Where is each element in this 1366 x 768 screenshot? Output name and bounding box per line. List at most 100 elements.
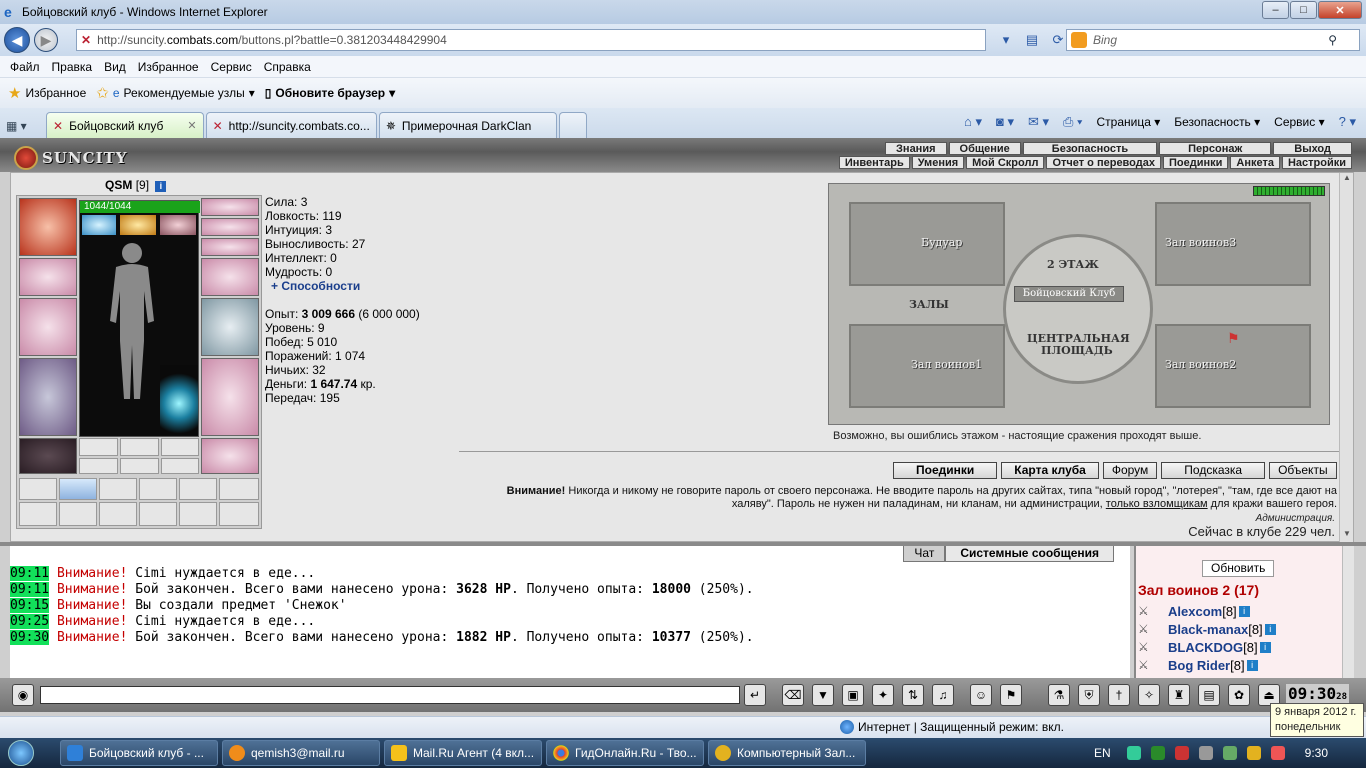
taskbar-clock[interactable]: 9:30 xyxy=(1305,746,1328,760)
sub-menu-battles[interactable]: Поединки xyxy=(1162,156,1229,169)
battles-button[interactable]: Поединки xyxy=(893,462,998,479)
tray-icon-flag[interactable] xyxy=(1174,746,1189,760)
start-button[interactable] xyxy=(0,738,42,768)
tab-chat[interactable]: Чат xyxy=(903,546,946,562)
forum-button[interactable]: Форум xyxy=(1102,462,1158,479)
back-button[interactable]: ◀ xyxy=(4,27,30,53)
snowball-item[interactable] xyxy=(59,478,97,500)
chat-mode-icon[interactable]: ◉ xyxy=(12,684,34,706)
user-info-icon[interactable]: i xyxy=(1264,623,1276,635)
menu-edit[interactable]: Правка xyxy=(52,60,93,74)
tab-darkclan[interactable]: ✵ Примерочная DarkClan xyxy=(378,112,557,138)
inventory-slot[interactable] xyxy=(179,502,217,526)
armor-slot[interactable] xyxy=(19,358,77,436)
filter-icon[interactable]: ▼ xyxy=(812,684,834,706)
inventory-slot[interactable] xyxy=(19,478,57,500)
inventory-slot[interactable] xyxy=(99,502,137,526)
mail-icon[interactable]: ✉ ▾ xyxy=(1028,114,1049,130)
main-scrollbar[interactable]: ▲ ▼ xyxy=(1339,173,1353,543)
list-item[interactable]: ⚔ BLACKDOG [8] i xyxy=(1138,638,1276,656)
home-icon[interactable]: ⌂ ▾ xyxy=(964,114,982,130)
user-name[interactable]: Alexcom xyxy=(1168,604,1222,619)
room-hall2[interactable]: Зал воинов2 xyxy=(1165,358,1236,371)
inventory-slot[interactable] xyxy=(139,478,177,500)
belt-slot[interactable] xyxy=(19,438,77,474)
search-input[interactable]: Bing ⚲ xyxy=(1066,29,1360,51)
favorites-button[interactable]: ★ Избранное xyxy=(8,84,86,102)
belt-item-slot-1[interactable] xyxy=(79,438,118,456)
buff-icon-2[interactable] xyxy=(120,215,156,235)
feeds-icon[interactable]: ◙ ▾ xyxy=(996,114,1014,130)
gloves-slot[interactable] xyxy=(201,258,259,296)
user-info-icon[interactable]: i xyxy=(1238,605,1250,617)
help-icon[interactable]: ? ▾ xyxy=(1339,114,1356,130)
save-icon[interactable]: ▣ xyxy=(842,684,864,706)
inventory-slot[interactable] xyxy=(179,478,217,500)
volume-icon[interactable] xyxy=(1198,746,1213,760)
top-menu-knowledge[interactable]: Знания xyxy=(885,142,947,155)
print-icon[interactable]: ⎙ ▾ xyxy=(1063,114,1082,130)
taskbar-item-agent[interactable]: Mail.Ru Агент (4 вкл... xyxy=(384,740,542,766)
belt-item-slot-6[interactable] xyxy=(161,458,199,474)
tray-icon-fire[interactable] xyxy=(1270,746,1285,760)
tray-icon-signal[interactable] xyxy=(1222,746,1237,760)
update-browser-button[interactable]: ▯ Обновите браузер ▾ xyxy=(265,86,395,100)
sub-menu-transfers[interactable]: Отчет о переводах xyxy=(1046,156,1161,169)
room-halls[interactable]: ЗАЛЫ xyxy=(909,298,949,311)
scroll-up-icon[interactable]: ▲ xyxy=(1340,173,1354,187)
bracers-slot[interactable] xyxy=(19,258,77,296)
minimize-button[interactable]: – xyxy=(1262,1,1289,19)
safety-menu[interactable]: Безопасность ▾ xyxy=(1174,115,1260,129)
eraser-icon[interactable]: ⌫ xyxy=(782,684,804,706)
inventory-slot[interactable] xyxy=(19,502,57,526)
helm-icon[interactable]: ♜ xyxy=(1168,684,1190,706)
close-button[interactable]: ✕ xyxy=(1318,1,1362,19)
menu-favorites[interactable]: Избранное xyxy=(138,60,199,74)
user-name[interactable]: Black-manax xyxy=(1168,622,1248,637)
send-icon[interactable]: ↵ xyxy=(744,684,766,706)
weapon-slot[interactable] xyxy=(19,298,77,356)
menu-tools[interactable]: Сервис xyxy=(211,60,252,74)
belt-item-slot-2[interactable] xyxy=(120,438,159,456)
club-map-button[interactable]: Карта клуба xyxy=(1001,462,1099,479)
sub-menu-profile[interactable]: Анкета xyxy=(1230,156,1280,169)
tab-suncity[interactable]: ✕ http://suncity.combats.co... xyxy=(205,112,377,138)
tools-menu[interactable]: Сервис ▾ xyxy=(1274,115,1324,129)
buff-icon-3[interactable] xyxy=(160,215,196,235)
potion-icon[interactable]: ⚗ xyxy=(1048,684,1070,706)
offhand-slot[interactable] xyxy=(201,298,259,356)
inventory-slot[interactable] xyxy=(219,478,259,500)
clan-icon[interactable]: ⚑ xyxy=(1000,684,1022,706)
sub-menu-skills[interactable]: Умения xyxy=(911,156,965,169)
combat-icon[interactable]: ✧ xyxy=(1138,684,1160,706)
list-item[interactable]: ⚔ Black-manax [8] i xyxy=(1138,620,1276,638)
new-tab-button[interactable] xyxy=(558,112,587,138)
user-info-icon[interactable]: i xyxy=(1246,659,1258,671)
objects-button[interactable]: Объекты xyxy=(1269,462,1337,479)
search-icon[interactable]: ⚲ xyxy=(1328,33,1337,47)
tray-icon-coin[interactable] xyxy=(1246,746,1261,760)
user-name[interactable]: Bog Rider xyxy=(1168,658,1230,673)
fight-icon[interactable]: ✦ xyxy=(872,684,894,706)
music-icon[interactable]: ♫ xyxy=(932,684,954,706)
room-hall3[interactable]: Зал воинов3 xyxy=(1165,236,1236,249)
sort-icon[interactable]: ⇅ xyxy=(902,684,924,706)
top-menu-social[interactable]: Общение xyxy=(948,142,1021,155)
sword-icon[interactable]: † xyxy=(1108,684,1130,706)
refresh-icon[interactable]: ⟳ xyxy=(1048,30,1068,50)
ring-slot-2[interactable] xyxy=(201,218,259,236)
lock-icon[interactable]: ▤ xyxy=(1198,684,1220,706)
buff-icon-1[interactable] xyxy=(82,215,116,235)
list-item[interactable]: ⚔ Alexcom [8] i xyxy=(1138,602,1276,620)
menu-help[interactable]: Справка xyxy=(264,60,311,74)
top-menu-exit[interactable]: Выход xyxy=(1273,142,1352,155)
hint-button[interactable]: Подсказка xyxy=(1161,462,1266,479)
taskbar-item-chrome[interactable]: ГидОнлайн.Ru - Тво... xyxy=(546,740,704,766)
user-list-scrollbar[interactable] xyxy=(1342,546,1354,678)
room-boudoir[interactable]: Будуар xyxy=(921,236,962,249)
character-info-icon[interactable]: i xyxy=(155,181,167,192)
maximize-button[interactable]: □ xyxy=(1290,1,1317,19)
quick-tabs-button[interactable]: ▦ ▾ xyxy=(6,114,46,138)
tray-icon-network[interactable] xyxy=(1150,746,1165,760)
tab-close-icon[interactable]: ✕ xyxy=(187,119,196,132)
